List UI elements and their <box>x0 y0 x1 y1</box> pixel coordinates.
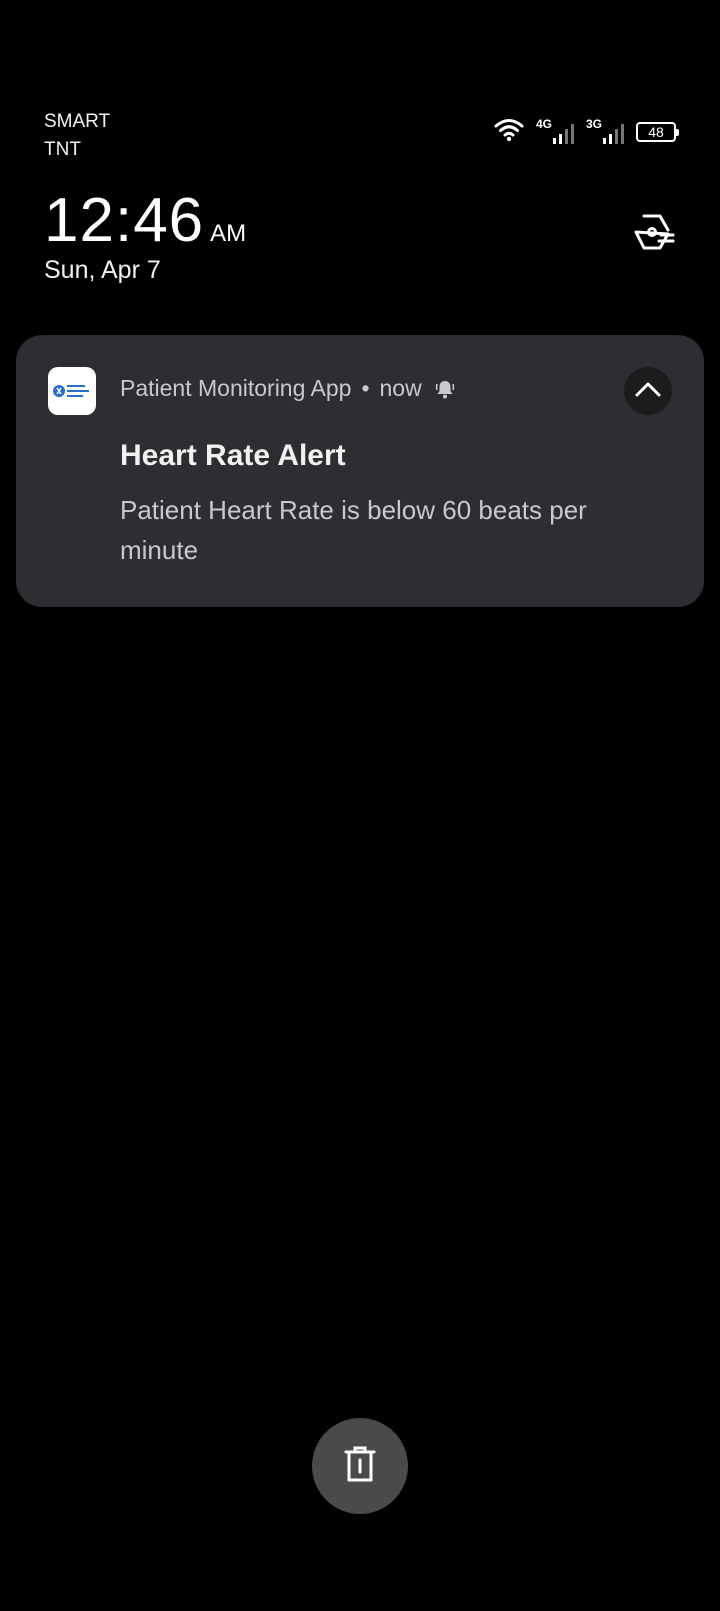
trash-icon <box>343 1445 377 1488</box>
carrier-name-1: SMART <box>44 111 111 132</box>
network-type-2: 3G <box>586 117 603 131</box>
collapse-button[interactable] <box>624 367 672 415</box>
notification-card[interactable]: Patient Monitoring App • now Heart Rate … <box>16 335 704 607</box>
clear-all-button[interactable] <box>312 1418 408 1514</box>
notification-body: Patient Heart Rate is below 60 beats per… <box>120 495 587 565</box>
battery-level: 48 <box>648 124 664 140</box>
status-icons: 4G 3G 48 <box>494 117 679 147</box>
carrier-name-2: TNT <box>44 139 81 160</box>
wifi-icon <box>494 118 524 147</box>
clock-ampm: AM <box>210 220 247 247</box>
chevron-up-icon <box>635 381 661 402</box>
settings-button[interactable] <box>632 212 676 256</box>
settings-icon <box>633 213 675 256</box>
signal-icon: 3G <box>586 117 624 147</box>
carrier-info: SMART TNT <box>44 108 110 164</box>
lockscreen-clock: 12:46 AM <box>44 188 246 254</box>
notification-title: Heart Rate Alert <box>120 439 346 472</box>
lockscreen-date: Sun, Apr 7 <box>44 256 161 284</box>
notification-time: now <box>379 375 422 401</box>
bell-icon <box>434 378 456 400</box>
app-icon <box>48 367 96 415</box>
app-name: Patient Monitoring App <box>120 375 352 401</box>
notification-header: Patient Monitoring App • now <box>120 375 456 402</box>
network-type-1: 4G <box>536 117 553 131</box>
header-separator: • <box>361 375 370 401</box>
signal-icon: 4G <box>536 117 574 147</box>
clock-time: 12:46 <box>44 186 205 255</box>
battery-icon: 48 <box>636 122 679 142</box>
